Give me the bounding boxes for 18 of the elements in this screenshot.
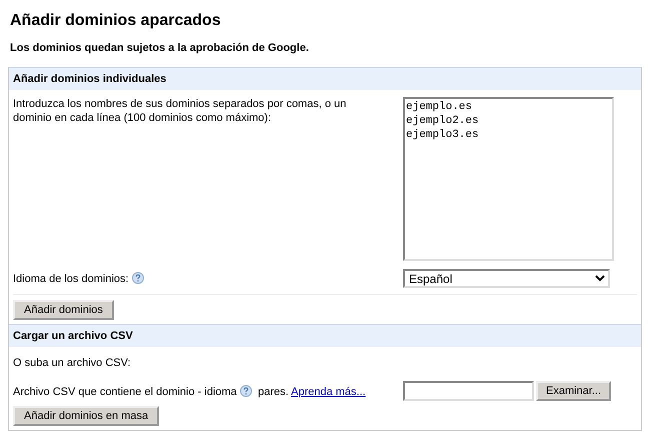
help-icon[interactable] [240,384,252,396]
section-header: Añadir dominios individuales [9,67,641,90]
bulk-add-button[interactable]: Añadir dominios en masa [13,406,160,426]
domains-textarea[interactable]: ejemplo.es ejemplo2.es ejemplo3.es [403,97,614,261]
file-path-field[interactable] [403,381,534,401]
section-header: Cargar un archivo CSV [9,324,641,347]
page-title: Añadir dominios aparcados [10,11,222,30]
csv-label: Archivo CSV que contiene el dominio - idioma [13,386,237,398]
language-dropdown[interactable]: Español [403,269,610,288]
pairs-text: pares. [258,386,289,398]
learn-more-link[interactable]: Aprenda más... [291,386,366,398]
upload-intro: O suba un archivo CSV: [13,357,131,369]
help-icon[interactable] [132,272,144,284]
add-domains-button[interactable]: Añadir dominios [13,300,114,320]
instructions-text: Introduzca los nombres de sus dominios separados por comas, o un dominio en cada línea (100 dominios como máximo): [13,97,348,125]
approval-notice: Los dominios quedan sujetos a la aprobación de Google. [10,42,310,54]
language-label: Idioma de los dominios: [13,273,129,285]
browse-button[interactable]: Examinar... [536,381,612,401]
